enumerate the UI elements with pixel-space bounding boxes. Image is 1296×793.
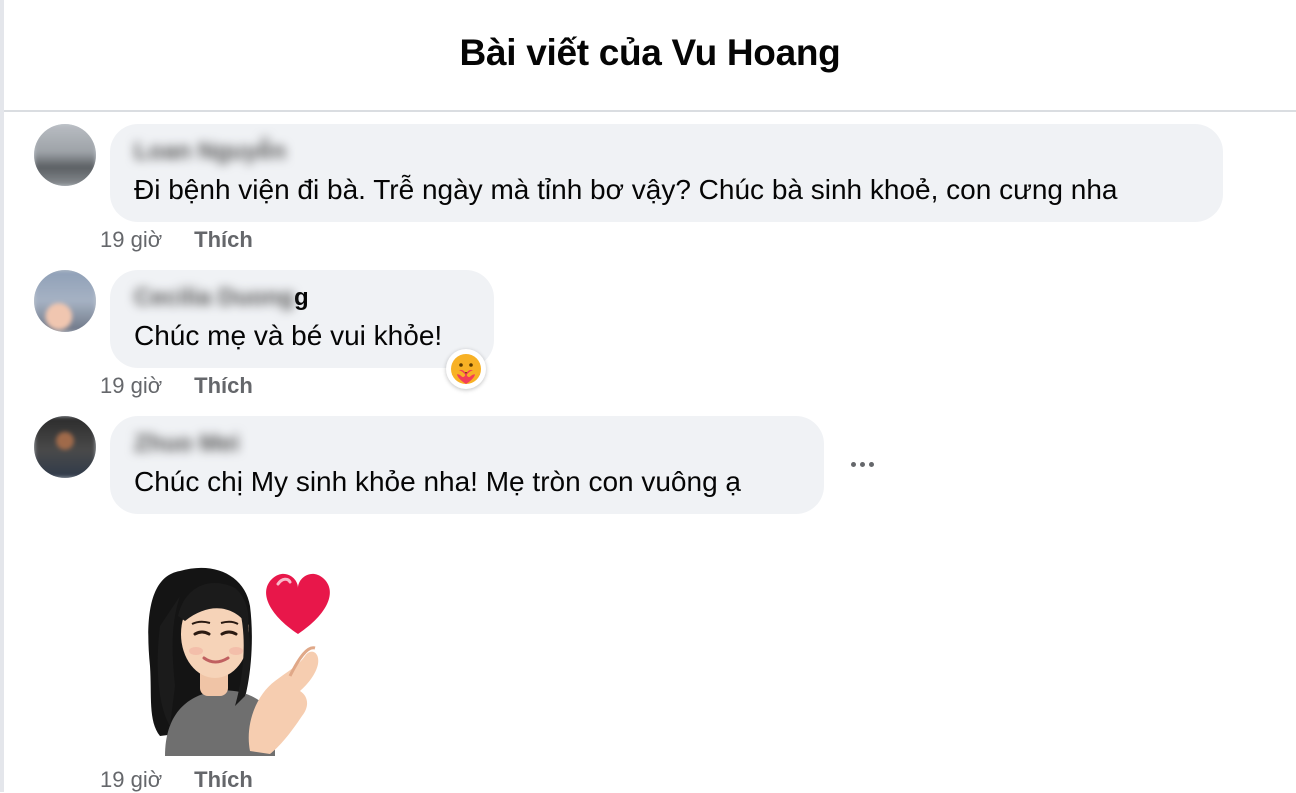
care-reaction-icon[interactable] (446, 349, 486, 389)
like-button[interactable]: Thích (194, 373, 253, 398)
comment-time[interactable]: 19 giờ (100, 373, 162, 398)
comment-bubble: Loan Nguyễn Đi bệnh viện đi bà. Trễ ngày… (110, 124, 1223, 222)
comment-time[interactable]: 19 giờ (100, 227, 162, 252)
comment-time[interactable]: 19 giờ (100, 767, 162, 792)
comment-author[interactable]: Cecilia Duongg (134, 284, 309, 312)
window-edge (0, 0, 4, 792)
post-header: Bài viết của Vu Hoang (4, 0, 1296, 112)
avatar-heart-sticker[interactable] (140, 556, 350, 756)
more-options-icon[interactable] (848, 450, 876, 478)
like-button[interactable]: Thích (194, 767, 253, 792)
comment-meta: 19 giờ Thích (100, 767, 253, 793)
comment-text: Chúc chị My sinh khỏe nha! Mẹ tròn con v… (134, 466, 742, 497)
comment-bubble: Cecilia Duongg Chúc mẹ và bé vui khỏe! (110, 270, 494, 368)
comment-text: Đi bệnh viện đi bà. Trễ ngày mà tỉnh bơ … (134, 174, 1118, 205)
comment-text: Chúc mẹ và bé vui khỏe! (134, 320, 443, 351)
like-button[interactable]: Thích (194, 227, 253, 252)
avatar[interactable] (34, 270, 96, 332)
page-title: Bài viết của Vu Hoang (459, 32, 841, 73)
comment-meta: 19 giờ Thích (100, 373, 253, 399)
comment-author[interactable]: Zhuo Mei (134, 430, 239, 458)
avatar[interactable] (34, 416, 96, 478)
comment-meta: 19 giờ Thích (100, 227, 253, 253)
comment-bubble: Zhuo Mei Chúc chị My sinh khỏe nha! Mẹ t… (110, 416, 824, 514)
avatar[interactable] (34, 124, 96, 186)
comment-author[interactable]: Loan Nguyễn (134, 138, 286, 166)
